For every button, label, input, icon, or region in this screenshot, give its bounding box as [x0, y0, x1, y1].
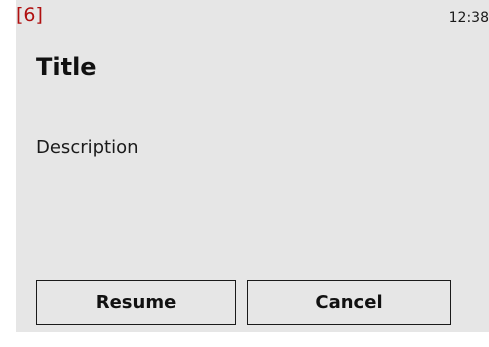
notification-count-badge: [6]	[16, 4, 43, 26]
dialog: [6] 12:38 Title Description Resume Cance…	[16, 0, 489, 332]
cancel-button[interactable]: Cancel	[247, 280, 451, 325]
resume-button[interactable]: Resume	[36, 280, 236, 325]
clock-time: 12:38	[448, 10, 489, 26]
dialog-title: Title	[36, 53, 97, 81]
dialog-description: Description	[36, 137, 139, 158]
